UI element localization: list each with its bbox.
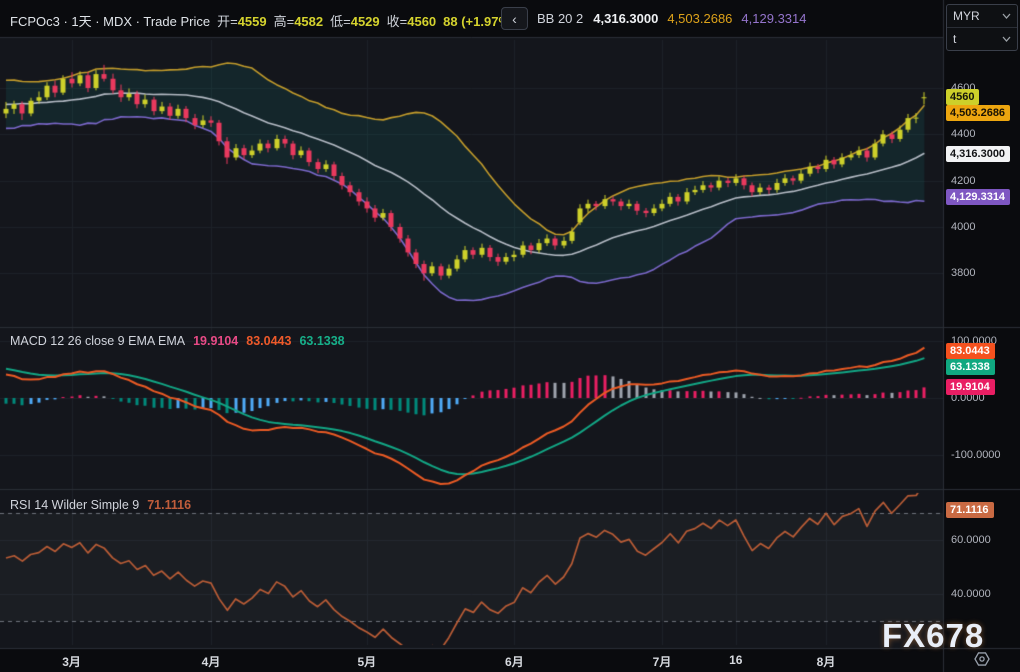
macd-legend-title: MACD 12 26 close 9 EMA EMA [10,334,185,348]
axis-unit-selectors: MYR t [946,4,1018,51]
time-axis-label: 6月 [505,653,524,670]
ohlc-value: 4582 [294,14,323,29]
bb-basis-value: 4,316.3000 [593,11,658,26]
axis-tick: 3800 [951,266,975,280]
ohlc-value: 4559 [238,14,267,29]
unit-dropdown[interactable]: t [947,27,1017,50]
macd-legend: MACD 12 26 close 9 EMA EMA 19.9104 83.0443… [10,334,345,348]
rsi-legend: RSI 14 Wilder Simple 9 71.1116 [10,498,191,512]
axis-tick: 4000 [951,220,975,234]
macd-line-badge: 83.0443 [946,343,995,359]
macd-legend-values: 19.9104 83.0443 63.1338 [185,334,345,348]
axis-tick: 40.0000 [951,587,991,601]
symbol-title: FCPOc3 · 1天 · MDX · Trade Price [10,14,210,29]
ohlc-values: 开=4559 高=4582 低=4529 收=4560 [210,14,436,29]
currency-dropdown[interactable]: MYR [947,5,1017,27]
axis-tick: -100.0000 [951,448,1001,462]
watermark: FX678 [882,617,984,655]
axis-tick: 60.0000 [951,533,991,547]
time-axis-label: 3月 [62,653,81,670]
bollinger-legend: BB 20 2 4,316.3000 4,503.2686 4,129.3314 [537,11,807,26]
axis-tick: 4200 [951,174,975,188]
ohlc-label: 低= [330,14,351,29]
ohlc-label: 高= [274,14,295,29]
chevron-down-icon [1002,36,1011,42]
legend-collapse-button[interactable]: ‹ [501,7,528,30]
time-axis-label: 5月 [357,653,376,670]
unit-value: t [953,32,956,46]
chevron-down-icon [1002,13,1011,19]
chevron-left-icon: ‹ [512,11,517,27]
ohlc-label: 开= [217,14,238,29]
bollinger-legend-title: BB 20 2 [537,11,583,26]
bb-upper-badge: 4,503.2686 [946,105,1010,121]
time-axis-label: 8月 [817,653,836,670]
time-axis-label: 4月 [202,653,221,670]
axis-tick: 4400 [951,127,975,141]
rsi-value-badge: 71.1116 [946,502,994,518]
symbol-legend: FCPOc3 · 1天 · MDX · Trade Price开=4559高=4… [10,11,514,30]
macd-legend-value: 63.1338 [299,334,344,348]
macd-signal-badge: 63.1338 [946,359,995,375]
ohlc-value: 4529 [351,14,380,29]
ohlc-label: 收= [387,14,408,29]
time-axis-label: 16 [729,653,742,667]
ohlc-value: 4560 [407,14,436,29]
macd-hist-badge: 19.9104 [946,379,995,395]
time-axis-label: 7月 [653,653,672,670]
macd-legend-value: 83.0443 [246,334,291,348]
bb-basis-badge: 4,316.3000 [946,146,1010,162]
currency-value: MYR [953,9,980,23]
bb-lower-badge: 4,129.3314 [946,189,1010,205]
rsi-legend-value: 71.1116 [147,498,191,512]
bb-lower-value: 4,129.3314 [741,11,806,26]
macd-legend-value: 19.9104 [193,334,238,348]
axis-settings-icon[interactable] [974,651,990,667]
bb-upper-value: 4,503.2686 [667,11,732,26]
trading-chart-app: FCPOc3 · 1天 · MDX · Trade Price开=4559高=4… [0,0,1020,672]
rsi-legend-title: RSI 14 Wilder Simple 9 [10,498,139,512]
last-price-badge: 4560 [946,89,979,105]
